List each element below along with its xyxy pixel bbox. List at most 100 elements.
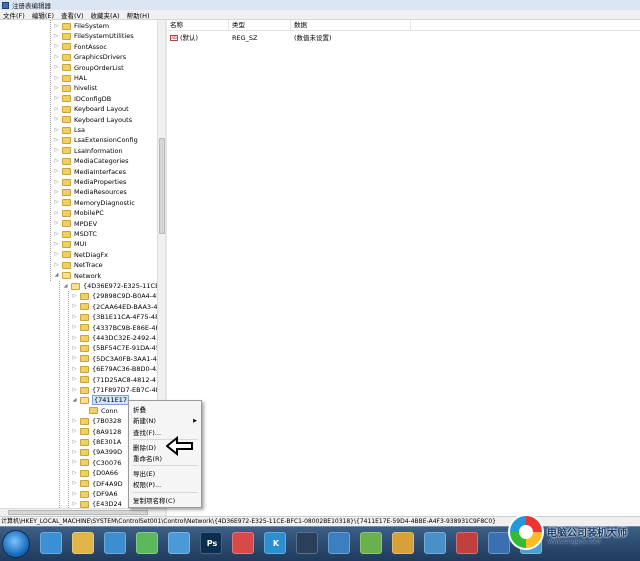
- monitor-icon[interactable]: [424, 532, 446, 554]
- tree-child-node[interactable]: ▷ {DF4A9D: [72, 479, 123, 489]
- context-menu-item[interactable]: 新建(N) ▶: [129, 416, 201, 426]
- expand-arrow-icon[interactable]: ▷: [72, 345, 77, 351]
- tree-child-node[interactable]: ▷ {9A399D: [72, 447, 123, 457]
- column-header-data[interactable]: 数据: [291, 20, 411, 31]
- tree-node[interactable]: ▷ Keyboard Layouts: [54, 115, 133, 125]
- tree-node[interactable]: ▷ MediaResources: [54, 187, 127, 197]
- game-icon[interactable]: [360, 532, 382, 554]
- tree-child-node[interactable]: ▷ {D0A66: [72, 468, 118, 478]
- tree-node[interactable]: ▷ FileSystem: [54, 21, 110, 31]
- start-button[interactable]: [2, 530, 30, 558]
- tree-node[interactable]: ▷ FontAssoc: [54, 42, 107, 52]
- tree-node[interactable]: ▷ HAL: [54, 73, 87, 83]
- tool-icon[interactable]: [392, 532, 414, 554]
- expand-arrow-icon[interactable]: ▷: [54, 75, 59, 81]
- image-viewer-icon[interactable]: [328, 532, 350, 554]
- photoshop-icon[interactable]: Ps: [200, 532, 222, 554]
- tree-child-node[interactable]: ▷ {4337BC9B-E86E-4F7: [72, 323, 157, 333]
- expand-arrow-icon[interactable]: ▷: [72, 470, 77, 476]
- expand-arrow-icon[interactable]: ▷: [72, 335, 77, 341]
- expand-arrow-icon[interactable]: ▷: [72, 366, 77, 372]
- expand-arrow-icon[interactable]: ▷: [72, 418, 77, 424]
- steam-icon[interactable]: [296, 532, 318, 554]
- tree-child-node[interactable]: ▷ {7B0328: [72, 416, 122, 426]
- tree-node[interactable]: ▷ NetTrace: [54, 260, 103, 270]
- tree-node[interactable]: ▷ GraphicsDrivers: [54, 52, 127, 62]
- horizontal-scrollbar-thumb[interactable]: [8, 510, 148, 515]
- expand-arrow-icon[interactable]: ▷: [72, 325, 77, 330]
- expand-arrow-icon[interactable]: ▷: [54, 85, 59, 91]
- expand-arrow-icon[interactable]: ▷: [54, 96, 59, 101]
- tree-node[interactable]: ▷ MUI: [54, 239, 87, 249]
- tree-node[interactable]: ▷ IDConfigDB: [54, 94, 112, 104]
- expand-arrow-icon[interactable]: ▷: [54, 23, 59, 29]
- expand-arrow-icon[interactable]: ▷: [72, 449, 77, 455]
- tree-node[interactable]: ▷ MediaProperties: [54, 177, 127, 187]
- network-icon[interactable]: [168, 532, 190, 554]
- expand-arrow-icon[interactable]: ▷: [54, 127, 59, 133]
- expand-arrow-icon[interactable]: ▷: [54, 200, 59, 205]
- expand-arrow-icon[interactable]: ▷: [54, 33, 59, 39]
- expand-arrow-icon[interactable]: ▷: [54, 221, 59, 226]
- expand-arrow-icon[interactable]: ▷: [54, 54, 59, 60]
- tree-node[interactable]: ▷ MobilePC: [54, 208, 104, 218]
- tree-child-node[interactable]: ▷ {6E79AC36-B8D0-437: [72, 364, 157, 374]
- expand-arrow-icon[interactable]: ▷: [54, 179, 59, 185]
- explorer-icon[interactable]: [72, 532, 94, 554]
- context-menu-item[interactable]: 复制项名称(C): [129, 496, 201, 506]
- tree-node[interactable]: ▷ LsaInformation: [54, 146, 123, 156]
- expand-arrow-icon[interactable]: ▷: [72, 491, 77, 497]
- value-row[interactable]: ab (默认) REG_SZ (数值未设置): [167, 33, 640, 43]
- expand-arrow-icon[interactable]: ▷: [54, 65, 59, 70]
- values-list[interactable]: 名称 类型 数据 ab (默认) REG_SZ (数值未设置): [167, 20, 640, 516]
- expand-arrow-icon[interactable]: ▷: [54, 231, 59, 237]
- context-menu-item[interactable]: 权限(P)...: [129, 480, 201, 490]
- tree-node[interactable]: ▷ MemoryDiagnostic: [54, 198, 135, 208]
- tree-child-node[interactable]: ▷ {71F897D7-EB7C-4D8: [72, 385, 157, 395]
- expand-arrow-icon[interactable]: ▷: [72, 314, 77, 320]
- tree-node[interactable]: ▷ MediaCategories: [54, 156, 129, 166]
- expand-arrow-icon[interactable]: ▷: [72, 460, 77, 465]
- expand-arrow-icon[interactable]: ▷: [54, 210, 59, 216]
- context-menu-item[interactable]: 折叠: [129, 405, 201, 415]
- tree-node[interactable]: ▷ hivelist: [54, 83, 98, 93]
- tree-child-node[interactable]: ▷ {8A9128: [72, 427, 122, 437]
- expand-arrow-icon[interactable]: ▷: [54, 117, 59, 122]
- expand-arrow-icon[interactable]: ▷: [54, 158, 59, 164]
- tree-child-node[interactable]: ▷ {2CAA64ED-BAA3-44: [72, 302, 157, 312]
- media-player-icon[interactable]: [104, 532, 126, 554]
- expand-arrow-icon[interactable]: ▷: [72, 481, 77, 486]
- tree-child-node[interactable]: ▷ {5BF54C7E-91DA-457: [72, 343, 157, 353]
- expand-arrow-icon[interactable]: ▷: [54, 241, 59, 247]
- expand-arrow-icon[interactable]: ▷: [54, 106, 59, 112]
- tree-node[interactable]: ▷ MediaInterfaces: [54, 167, 126, 177]
- ie-icon[interactable]: [40, 532, 62, 554]
- paint-icon[interactable]: [456, 532, 478, 554]
- tree-node[interactable]: ▷ MPDEV: [54, 219, 98, 229]
- tree-child-node[interactable]: ▷ {29898C9D-B0A4-4FE: [72, 291, 157, 301]
- expand-arrow-icon[interactable]: ▷: [72, 501, 77, 507]
- tree-child-node[interactable]: ▷ {C30076: [72, 458, 122, 468]
- tree-node[interactable]: ▷ MSDTC: [54, 229, 97, 239]
- expand-arrow-icon[interactable]: ▷: [72, 377, 77, 382]
- expand-arrow-icon[interactable]: ▷: [54, 169, 59, 174]
- tree-child-node[interactable]: ▷ {443DC32E-2492-41A: [72, 333, 157, 343]
- expand-arrow-icon[interactable]: ▷: [72, 387, 77, 393]
- menu-file[interactable]: 文件(F): [0, 10, 28, 20]
- expand-arrow-icon[interactable]: ▷: [72, 293, 77, 299]
- tree-child-node[interactable]: ▷ {3B1E11CA-4F75-480: [72, 312, 157, 322]
- tree-node[interactable]: ▷ NetDiagFx: [54, 250, 108, 260]
- tree-node[interactable]: ▷ GroupOrderList: [54, 63, 124, 73]
- collapse-arrow-icon[interactable]: ◢: [54, 273, 59, 278]
- expand-arrow-icon[interactable]: ▷: [54, 252, 59, 257]
- menu-favorites[interactable]: 收藏夹(A): [88, 10, 123, 20]
- context-menu-item[interactable]: 导出(E): [129, 469, 201, 479]
- k-app-icon[interactable]: K: [264, 532, 286, 554]
- tree-node[interactable]: ▷ Keyboard Layout: [54, 104, 129, 114]
- tree-node[interactable]: ▷ LsaExtensionConfig: [54, 135, 138, 145]
- expand-arrow-icon[interactable]: ▷: [54, 148, 59, 153]
- expand-arrow-icon[interactable]: ▷: [54, 262, 59, 268]
- column-header-name[interactable]: 名称: [167, 20, 229, 31]
- expand-arrow-icon[interactable]: ▷: [72, 439, 77, 445]
- tree-child-node[interactable]: ▷ {8E301A: [72, 437, 122, 447]
